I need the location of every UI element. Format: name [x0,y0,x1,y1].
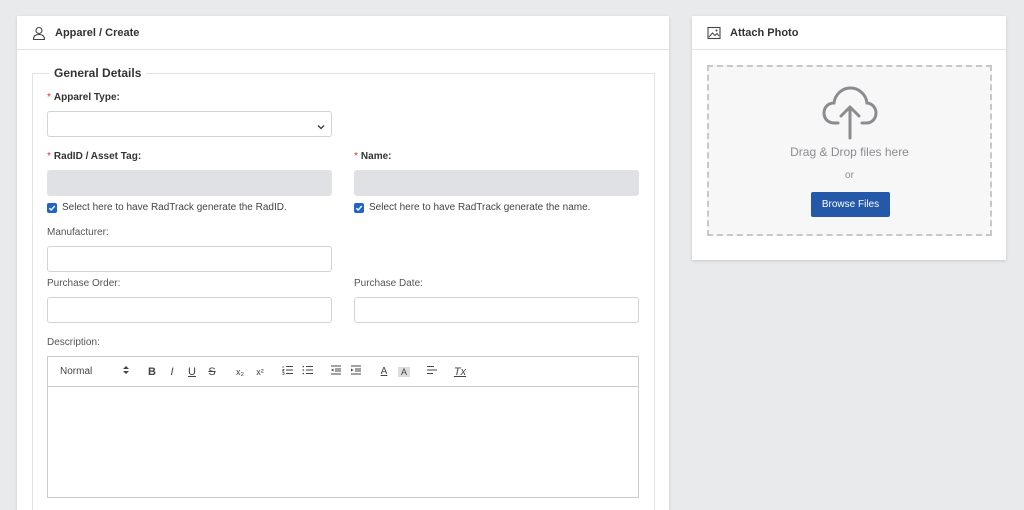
checkbox-checked-icon[interactable] [354,202,364,213]
radid-generate-checkbox[interactable]: Select here to have RadTrack generate th… [47,202,287,213]
outdent-icon[interactable] [326,365,346,378]
radid-label: * RadID / Asset Tag: [47,151,142,162]
description-label: Description: [47,337,100,348]
checkbox-checked-icon[interactable] [47,202,57,213]
cloud-upload-icon [821,85,879,146]
updown-icon [122,365,130,378]
dropzone-or: or [845,170,854,181]
purchase-date-input[interactable] [354,297,639,323]
attach-photo-card: Attach Photo Drag & Drop files here or B… [692,16,1006,260]
browse-files-button[interactable]: Browse Files [811,192,890,217]
background-color-button[interactable]: A [398,366,410,377]
card-header: Apparel / Create [17,16,669,50]
underline-button[interactable]: U [182,366,202,378]
purchase-order-input[interactable] [47,297,332,323]
subscript-button[interactable]: x₂ [230,367,250,377]
purchase-date-label: Purchase Date: [354,278,423,289]
radid-input[interactable] [47,170,332,196]
italic-button[interactable]: I [162,366,182,378]
manufacturer-label: Manufacturer: [47,227,109,238]
user-icon [32,26,46,40]
name-input[interactable] [354,170,639,196]
editor-content[interactable] [48,387,638,497]
align-icon[interactable] [422,365,442,378]
manufacturer-input[interactable] [47,246,332,272]
name-checkbox-label: Select here to have RadTrack generate th… [369,202,591,213]
bold-button[interactable]: B [142,366,162,378]
strike-button[interactable]: S [202,366,222,378]
attach-photo-title: Attach Photo [730,26,799,39]
general-details-legend: General Details [49,66,147,80]
dropzone-text: Drag & Drop files here [790,145,909,159]
file-dropzone[interactable]: Drag & Drop files here or Browse Files [707,65,992,236]
apparel-type-label: * Apparel Type: [47,92,120,103]
apparel-type-select[interactable] [47,111,332,137]
page-title: Apparel / Create [55,26,140,39]
text-color-button[interactable]: A [374,366,394,377]
editor-toolbar: Normal B I U S x₂ x² A A Tx [48,357,638,387]
indent-icon[interactable] [346,365,366,378]
name-label: * Name: [354,151,392,162]
chevron-down-icon [316,119,326,130]
superscript-button[interactable]: x² [250,367,270,377]
bullet-list-icon[interactable] [298,365,318,378]
ordered-list-icon[interactable] [278,365,298,378]
image-icon [707,26,721,40]
clean-format-button[interactable]: Tx [450,366,470,378]
purchase-order-label: Purchase Order: [47,278,121,289]
radid-checkbox-label: Select here to have RadTrack generate th… [62,202,287,213]
card-header: Attach Photo [692,16,1006,50]
description-editor: Normal B I U S x₂ x² A A Tx [47,356,639,498]
name-generate-checkbox[interactable]: Select here to have RadTrack generate th… [354,202,590,213]
format-select[interactable]: Normal [60,365,130,378]
